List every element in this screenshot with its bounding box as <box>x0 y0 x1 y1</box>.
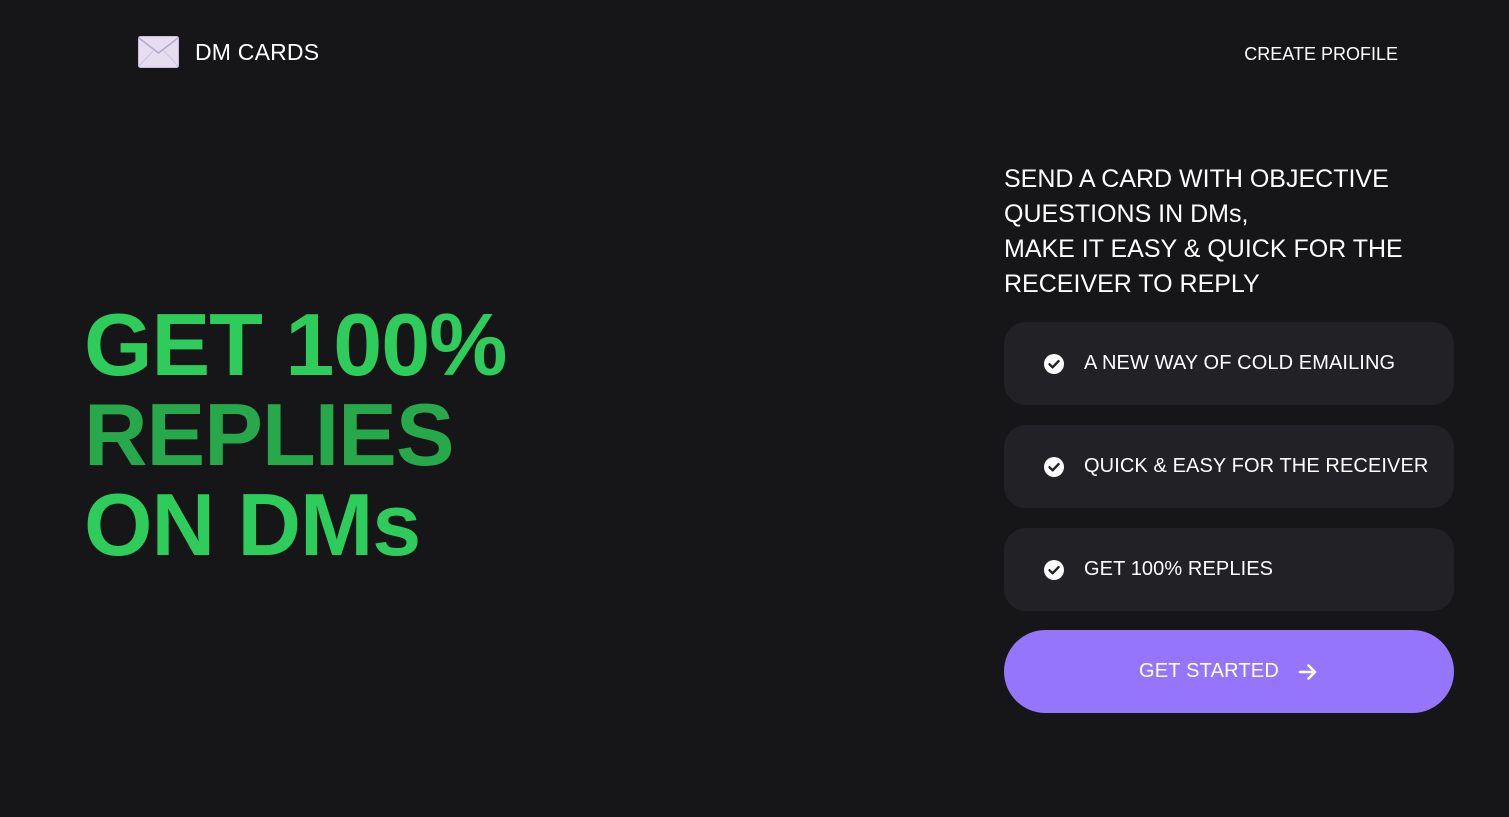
pitch-text: SEND A CARD WITH OBJECTIVE QUESTIONS IN … <box>1004 162 1464 302</box>
hero-line-1: GET 100% <box>84 295 507 394</box>
feature-list: A NEW WAY OF COLD EMAILING QUICK & EASY … <box>1004 322 1454 631</box>
pitch-line-2: QUESTIONS IN DMs, <box>1004 200 1249 228</box>
check-circle-icon <box>1044 559 1064 580</box>
arrow-right-icon <box>1298 663 1317 680</box>
feature-item: A NEW WAY OF COLD EMAILING <box>1004 322 1454 405</box>
envelope-icon <box>138 36 179 68</box>
get-started-label: GET STARTED <box>1138 660 1279 682</box>
hero-line-3: ON DMs <box>84 475 421 574</box>
brand-logo[interactable]: DM CARDS <box>138 36 319 68</box>
feature-item: QUICK & EASY FOR THE RECEIVER <box>1004 425 1454 508</box>
feature-label: A NEW WAY OF COLD EMAILING <box>1084 352 1396 374</box>
get-started-button[interactable]: GET STARTED <box>1004 630 1454 713</box>
create-profile-link[interactable]: CREATE PROFILE <box>1244 44 1398 65</box>
feature-label: QUICK & EASY FOR THE RECEIVER <box>1084 455 1429 477</box>
pitch-line-1: SEND A CARD WITH OBJECTIVE <box>1004 165 1389 193</box>
hero-line-2: REPLIES <box>84 385 455 484</box>
check-circle-icon <box>1044 353 1064 374</box>
hero-headline: GET 100% REPLIES ON DMs <box>84 295 507 574</box>
feature-label: GET 100% REPLIES <box>1084 558 1274 580</box>
brand-name: DM CARDS <box>195 38 320 65</box>
feature-item: GET 100% REPLIES <box>1004 528 1454 611</box>
pitch-line-3: MAKE IT EASY & QUICK FOR THE <box>1004 235 1403 263</box>
check-circle-icon <box>1044 456 1064 477</box>
landing-page: DM CARDS CREATE PROFILE GET 100% REPLIES… <box>0 0 1509 817</box>
pitch-line-4: RECEIVER TO REPLY <box>1004 270 1260 298</box>
